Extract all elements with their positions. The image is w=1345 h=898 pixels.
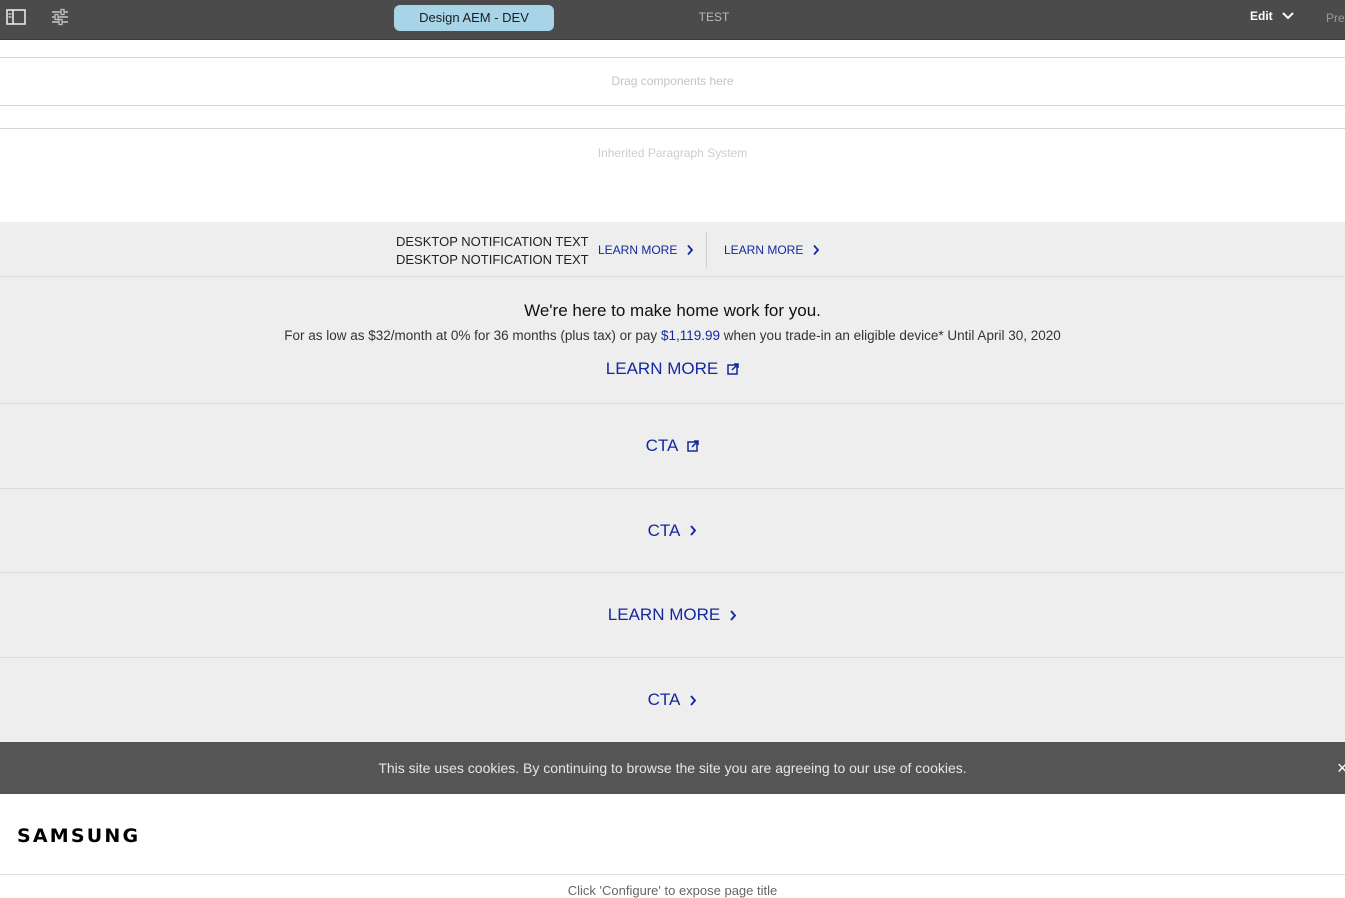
cta-label: CTA	[647, 690, 681, 709]
link-label: LEARN MORE	[605, 359, 719, 378]
inherited-paragraph-system[interactable]: Inherited Paragraph System	[0, 128, 1345, 222]
notification-bar: DESKTOP NOTIFICATION TEXT DESKTOP NOTIFI…	[0, 222, 1345, 277]
cta-row[interactable]: CTA	[0, 404, 1345, 489]
preview-button[interactable]: Preview	[1326, 11, 1345, 25]
cookie-banner: This site uses cookies. By continuing to…	[0, 742, 1345, 794]
environment-badge[interactable]: Design AEM - DEV	[394, 5, 554, 31]
external-link-icon	[687, 440, 700, 452]
component-dropzone[interactable]: Drag components here	[0, 57, 1345, 106]
cta-row[interactable]: CTA	[0, 658, 1345, 742]
promo-subtitle: For as low as $32/month at 0% for 36 mon…	[0, 328, 1345, 343]
cta-label: LEARN MORE	[607, 605, 721, 624]
promo-title: We're here to make home work for you.	[524, 301, 821, 320]
divider	[706, 232, 707, 268]
promo-learn-more-link[interactable]: LEARN MORE	[0, 359, 1345, 379]
link-label: LEARN MORE	[724, 243, 804, 257]
promo-price: $1,119.99	[660, 328, 721, 343]
cta-row[interactable]: LEARN MORE	[0, 573, 1345, 658]
external-link-icon	[727, 363, 739, 375]
chevron-right-icon	[812, 244, 820, 256]
page-properties-icon[interactable]	[49, 7, 71, 27]
link-label: LEARN MORE	[598, 243, 678, 257]
site-header: SAMSUNG	[0, 796, 1345, 875]
mode-selector[interactable]: Edit	[1250, 9, 1295, 23]
side-panel-icon[interactable]	[5, 7, 27, 27]
chevron-right-icon	[689, 694, 697, 707]
cta-row[interactable]: CTA	[0, 489, 1345, 573]
cookie-text: This site uses cookies. By continuing to…	[378, 760, 967, 776]
chevron-right-icon	[689, 524, 697, 537]
chevron-down-icon	[1281, 11, 1295, 21]
chevron-right-icon	[686, 244, 694, 256]
samsung-logo[interactable]: SAMSUNG	[17, 825, 140, 847]
editor-toolbar: Design AEM - DEV TEST Edit Preview	[0, 0, 1345, 40]
notification-line-1: DESKTOP NOTIFICATION TEXT	[396, 234, 589, 249]
promo-sub-after: when you trade-in an eligible device* Un…	[723, 328, 1061, 343]
chevron-right-icon	[729, 609, 737, 622]
cta-label: CTA	[645, 436, 679, 455]
promo-sub-before: For as low as $32/month at 0% for 36 mon…	[284, 328, 658, 343]
mode-label: Edit	[1250, 9, 1273, 23]
page-name: TEST	[698, 10, 730, 24]
notification-line-2: DESKTOP NOTIFICATION TEXT	[396, 252, 589, 267]
cta-label: CTA	[647, 520, 681, 540]
notification-learn-more-link-2[interactable]: LEARN MORE	[724, 243, 820, 257]
notification-text: DESKTOP NOTIFICATION TEXT DESKTOP NOTIFI…	[396, 233, 589, 269]
page-title-placeholder[interactable]: Click 'Configure' to expose page title	[0, 883, 1345, 898]
notification-learn-more-link-1[interactable]: LEARN MORE	[598, 243, 694, 257]
promo-banner: We're here to make home work for you. Fo…	[0, 277, 1345, 404]
close-icon[interactable]: ×	[1337, 742, 1345, 794]
